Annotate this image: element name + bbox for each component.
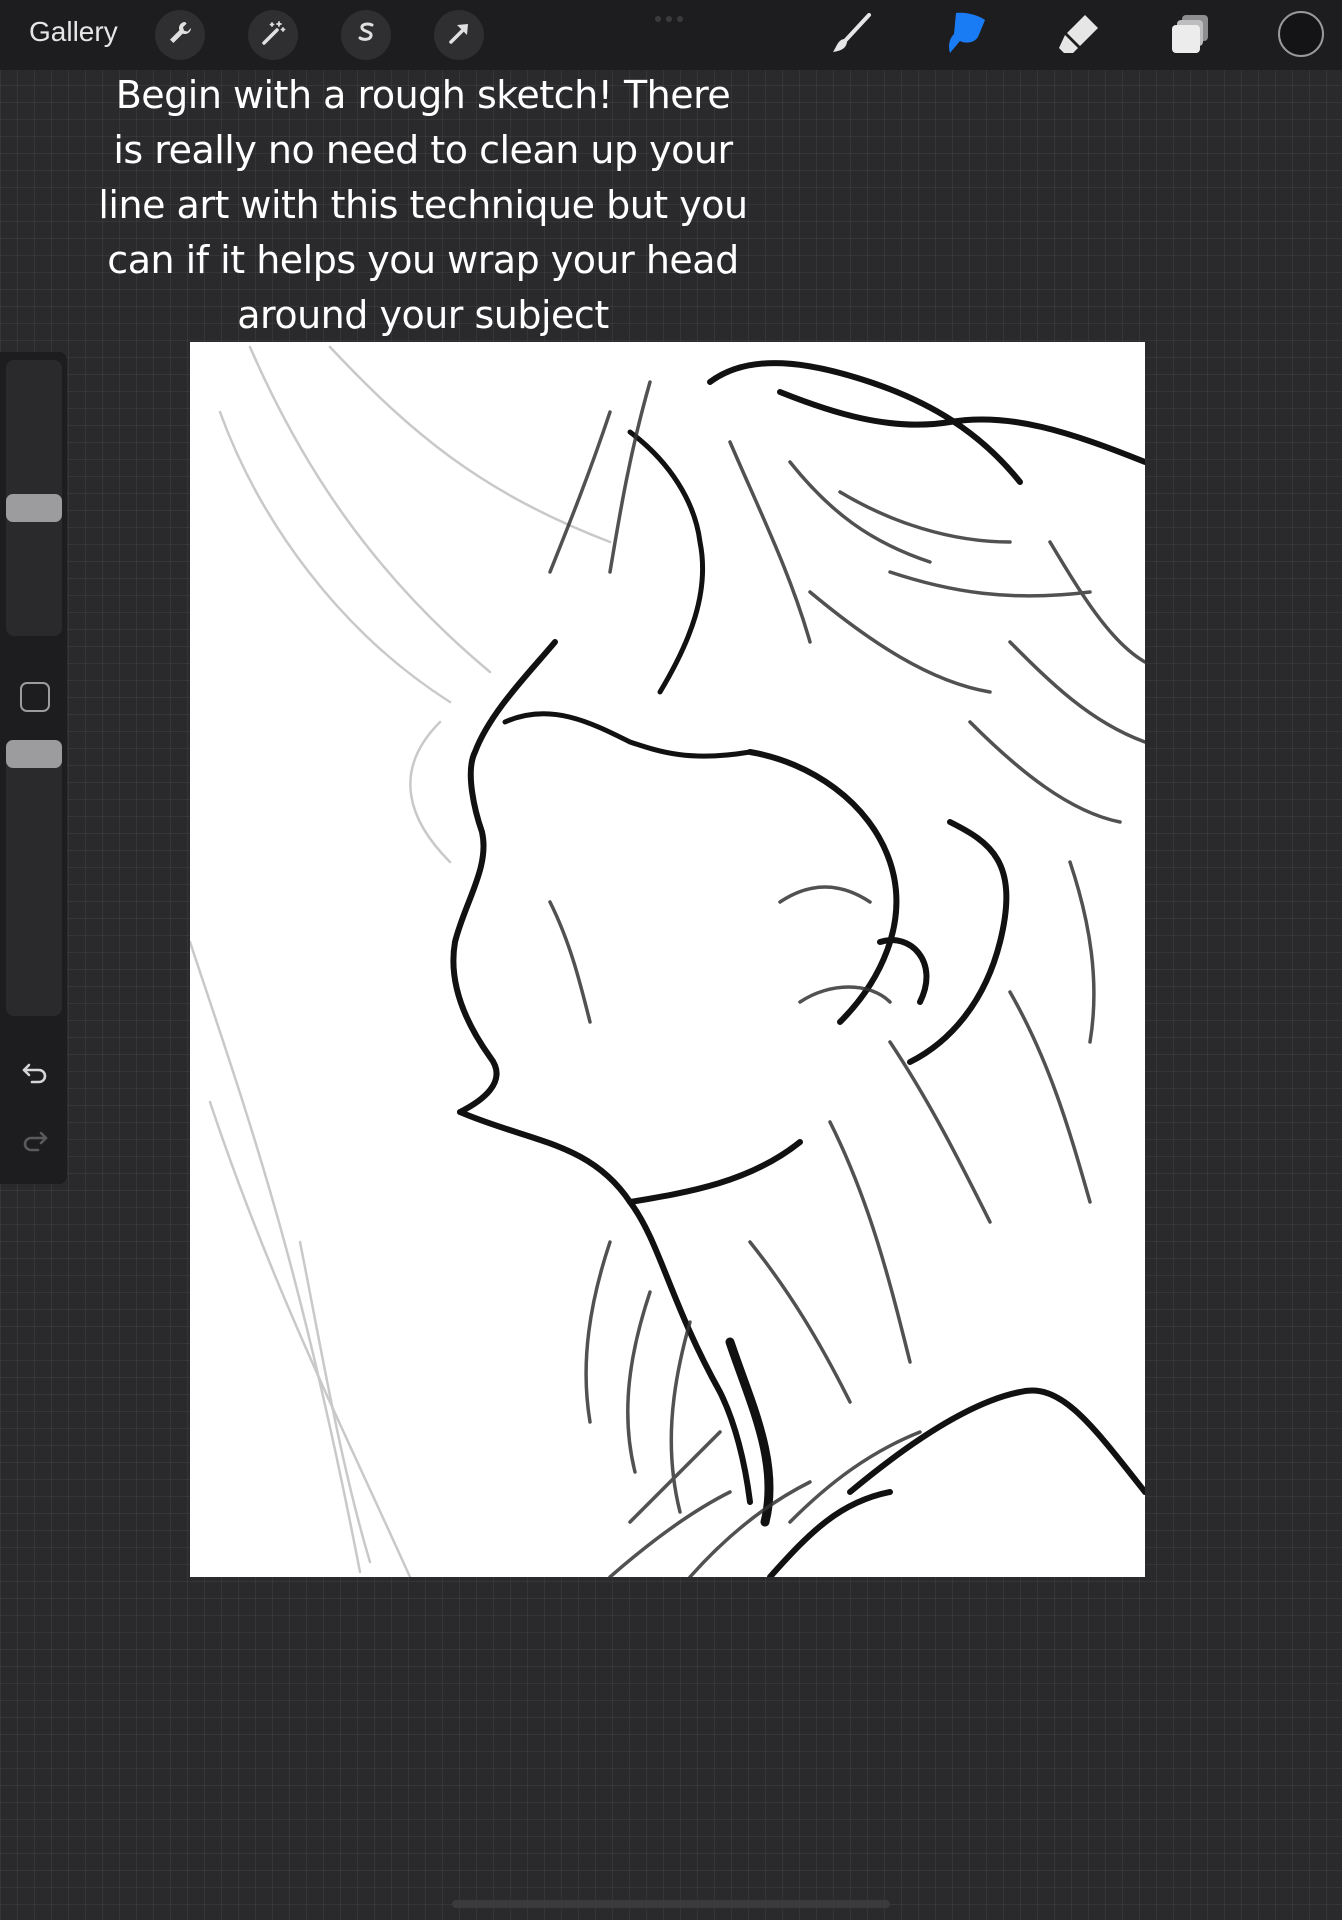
redo-icon xyxy=(20,1125,50,1159)
brush-size-thumb[interactable] xyxy=(6,494,62,522)
tutorial-caption: Begin with a rough sketch! There is real… xyxy=(98,73,748,337)
transform-button[interactable] xyxy=(434,10,484,60)
eraser-icon xyxy=(1055,10,1101,60)
brush-tool[interactable] xyxy=(829,12,875,58)
opacity-thumb[interactable] xyxy=(6,740,62,768)
smudge-icon xyxy=(942,10,988,60)
sketch-drawing xyxy=(190,345,1145,1577)
color-picker-button[interactable] xyxy=(1278,11,1324,57)
selection-button[interactable] xyxy=(341,10,391,60)
left-sidebar xyxy=(0,352,67,1184)
top-toolbar: Gallery xyxy=(0,0,1342,70)
brush-icon xyxy=(829,10,875,60)
square-modify-icon[interactable] xyxy=(20,682,50,712)
opacity-slider[interactable] xyxy=(6,740,62,1016)
actions-button[interactable] xyxy=(155,10,205,60)
magic-wand-icon xyxy=(258,18,288,52)
eraser-tool[interactable] xyxy=(1055,12,1101,58)
gallery-button[interactable]: Gallery xyxy=(29,16,118,48)
transform-arrow-icon xyxy=(444,18,474,52)
redo-button[interactable] xyxy=(18,1125,52,1159)
undo-icon xyxy=(20,1057,50,1091)
wrench-icon xyxy=(165,18,195,52)
undo-button[interactable] xyxy=(18,1057,52,1091)
layers-icon xyxy=(1168,10,1214,60)
drawing-canvas[interactable] xyxy=(190,342,1145,1577)
layers-button[interactable] xyxy=(1168,12,1214,58)
home-indicator[interactable] xyxy=(452,1900,890,1908)
adjustments-button[interactable] xyxy=(248,10,298,60)
brush-size-slider[interactable] xyxy=(6,360,62,636)
toolbar-grip[interactable] xyxy=(655,16,683,22)
smudge-tool[interactable] xyxy=(942,12,988,58)
selection-s-icon xyxy=(351,18,381,52)
